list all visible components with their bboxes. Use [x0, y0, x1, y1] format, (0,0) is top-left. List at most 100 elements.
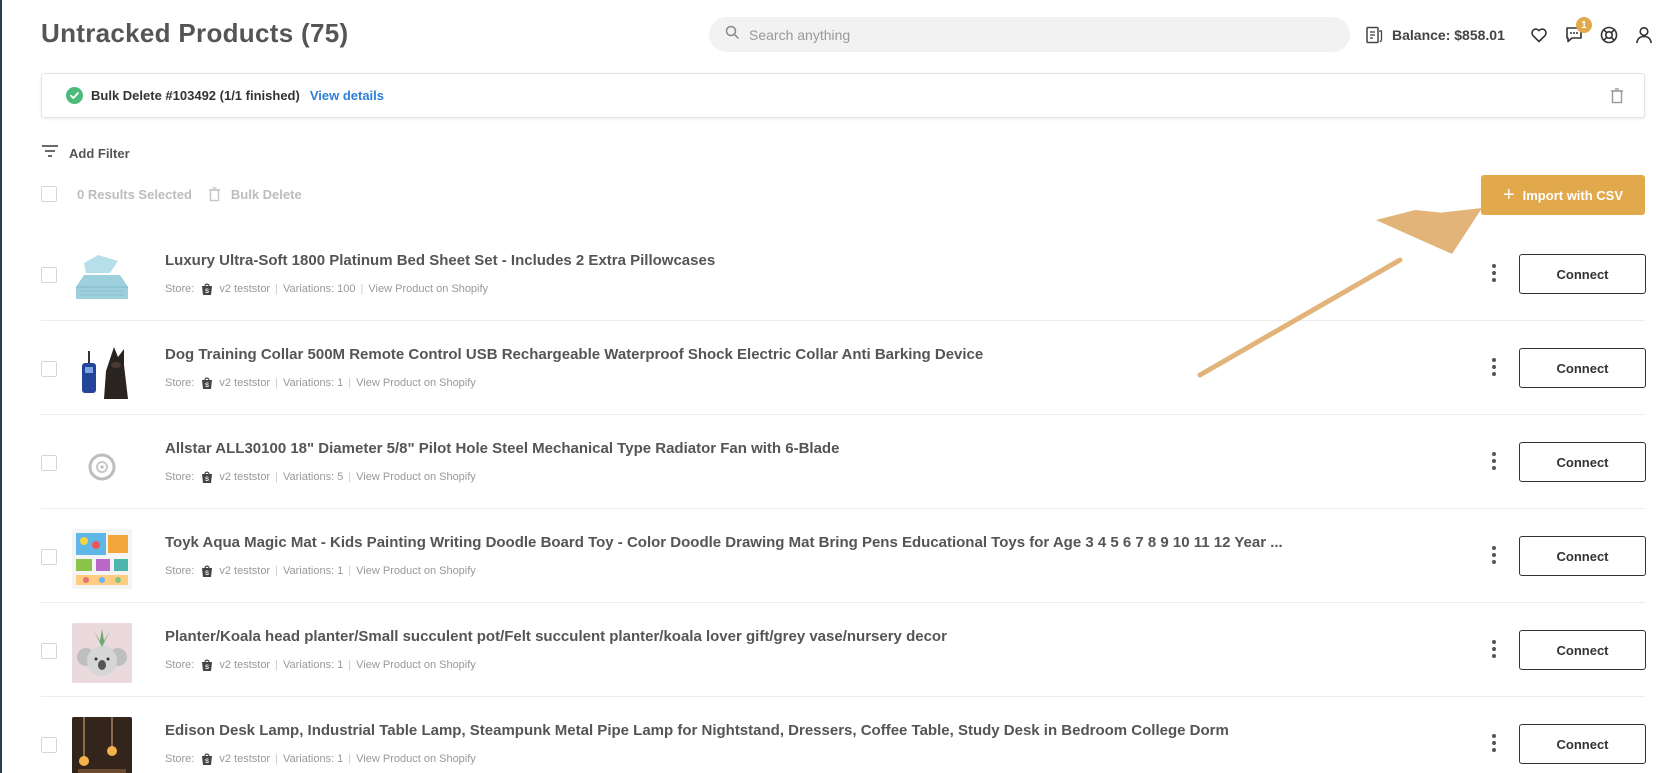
product-title[interactable]: Dog Training Collar 500M Remote Control …: [165, 346, 983, 363]
table-row: Allstar ALL30100 18" Diameter 5/8" Pilot…: [41, 415, 1646, 509]
page-title: Untracked Products (75): [41, 18, 349, 48]
view-on-shopify-link[interactable]: View Product on Shopify: [368, 283, 488, 295]
row-checkbox[interactable]: [41, 643, 57, 659]
user-icon[interactable]: [1632, 23, 1656, 47]
connect-button[interactable]: Connect: [1519, 536, 1646, 576]
product-meta: Store: S v2 teststor | Variations: 5 | V…: [165, 470, 476, 484]
connect-button[interactable]: Connect: [1519, 442, 1646, 482]
filter-icon: [41, 144, 59, 163]
svg-text:S: S: [205, 289, 209, 295]
row-checkbox[interactable]: [41, 267, 57, 283]
store-name: v2 teststor: [219, 471, 271, 483]
table-row: Dog Training Collar 500M Remote Control …: [41, 321, 1646, 415]
view-on-shopify-link[interactable]: View Product on Shopify: [356, 471, 476, 483]
store-name: v2 teststor: [219, 377, 271, 389]
product-meta: Store: S v2 teststor | Variations: 1 | V…: [165, 752, 476, 766]
store-name: v2 teststor: [219, 753, 271, 765]
chat-icon[interactable]: 1: [1562, 17, 1592, 47]
variations-count: Variations: 100: [282, 283, 356, 295]
product-meta: Store: S v2 teststor | Variations: 1 | V…: [165, 376, 476, 390]
import-csv-label: Import with CSV: [1522, 187, 1624, 203]
product-title[interactable]: Edison Desk Lamp, Industrial Table Lamp,…: [165, 722, 1229, 739]
product-title[interactable]: Allstar ALL30100 18" Diameter 5/8" Pilot…: [165, 440, 839, 457]
more-options-icon[interactable]: [1487, 260, 1501, 286]
more-options-icon[interactable]: [1487, 730, 1501, 756]
shopify-bag-icon: S: [200, 376, 214, 390]
more-options-icon[interactable]: [1487, 448, 1501, 474]
plus-icon: +: [1502, 184, 1515, 206]
header-actions: Balance: $858.01 1: [1364, 17, 1667, 50]
variations-count: Variations: 1: [282, 753, 344, 765]
separator: |: [275, 377, 278, 389]
separator: |: [348, 659, 352, 671]
view-on-shopify-link[interactable]: View Product on Shopify: [356, 565, 476, 577]
shopify-bag-icon: S: [200, 752, 214, 766]
variations-count: Variations: 1: [282, 377, 344, 389]
store-name: v2 teststor: [219, 565, 271, 577]
add-filter-button[interactable]: Add Filter: [41, 144, 130, 163]
more-options-icon[interactable]: [1487, 636, 1501, 662]
balance-icon[interactable]: [1364, 25, 1384, 45]
svg-text:S: S: [205, 477, 209, 483]
separator: |: [348, 753, 352, 765]
connect-button[interactable]: Connect: [1519, 348, 1646, 388]
product-thumbnail: [72, 435, 132, 495]
search-icon: [725, 25, 739, 44]
product-thumbnail: [72, 247, 132, 307]
trash-icon: [208, 186, 220, 201]
product-thumbnail: [72, 529, 132, 589]
left-rail: [0, 0, 2, 773]
dismiss-trash-icon[interactable]: [1608, 87, 1626, 105]
product-thumbnail: [72, 341, 132, 401]
heart-icon[interactable]: [1527, 23, 1551, 47]
product-thumbnail: [72, 623, 132, 683]
row-checkbox[interactable]: [41, 549, 57, 565]
store-label: Store:: [165, 565, 195, 577]
table-row: Edison Desk Lamp, Industrial Table Lamp,…: [41, 697, 1646, 773]
store-label: Store:: [165, 471, 195, 483]
separator: |: [275, 753, 278, 765]
bulk-delete-label: Bulk Delete: [230, 186, 302, 202]
import-csv-button[interactable]: + Import with CSV: [1481, 175, 1645, 215]
connect-button[interactable]: Connect: [1519, 630, 1646, 670]
view-on-shopify-link[interactable]: View Product on Shopify: [356, 659, 476, 671]
search-bar[interactable]: [709, 17, 1350, 52]
more-options-icon[interactable]: [1487, 354, 1501, 380]
select-all-checkbox[interactable]: [41, 186, 57, 202]
row-checkbox[interactable]: [41, 455, 57, 471]
svg-text:S: S: [205, 383, 209, 389]
product-meta: Store: S v2 teststor | Variations: 1 | V…: [165, 658, 476, 672]
view-on-shopify-link[interactable]: View Product on Shopify: [356, 377, 476, 389]
bulk-delete-button[interactable]: Bulk Delete: [208, 187, 302, 202]
check-circle-icon: [66, 87, 83, 104]
store-label: Store:: [165, 283, 195, 295]
separator: |: [275, 565, 278, 577]
more-options-icon[interactable]: [1487, 542, 1501, 568]
shopify-bag-icon: S: [200, 470, 214, 484]
store-name: v2 teststor: [219, 283, 271, 295]
product-title[interactable]: Luxury Ultra-Soft 1800 Platinum Bed Shee…: [165, 252, 715, 269]
variations-count: Variations: 5: [282, 471, 344, 483]
store-label: Store:: [165, 377, 195, 389]
product-title[interactable]: Planter/Koala head planter/Small succule…: [165, 628, 947, 645]
add-filter-label: Add Filter: [69, 146, 130, 161]
product-thumbnail: [72, 717, 132, 773]
table-row: Luxury Ultra-Soft 1800 Platinum Bed Shee…: [41, 227, 1646, 321]
connect-button[interactable]: Connect: [1519, 724, 1646, 764]
svg-text:S: S: [205, 759, 209, 765]
search-input[interactable]: [749, 26, 1309, 43]
svg-text:S: S: [205, 571, 209, 577]
view-details-link[interactable]: View details: [310, 88, 384, 103]
store-label: Store:: [165, 753, 195, 765]
connect-button[interactable]: Connect: [1519, 254, 1646, 294]
separator: |: [275, 283, 278, 295]
product-title[interactable]: Toyk Aqua Magic Mat - Kids Painting Writ…: [165, 534, 1283, 551]
bulk-actions: 0 Results Selected Bulk Delete: [41, 186, 302, 202]
view-on-shopify-link[interactable]: View Product on Shopify: [356, 753, 476, 765]
variations-count: Variations: 1: [282, 565, 344, 577]
shopify-bag-icon: S: [200, 658, 214, 672]
support-icon[interactable]: [1597, 23, 1621, 47]
row-checkbox[interactable]: [41, 737, 57, 753]
shopify-bag-icon: S: [200, 564, 214, 578]
row-checkbox[interactable]: [41, 361, 57, 377]
